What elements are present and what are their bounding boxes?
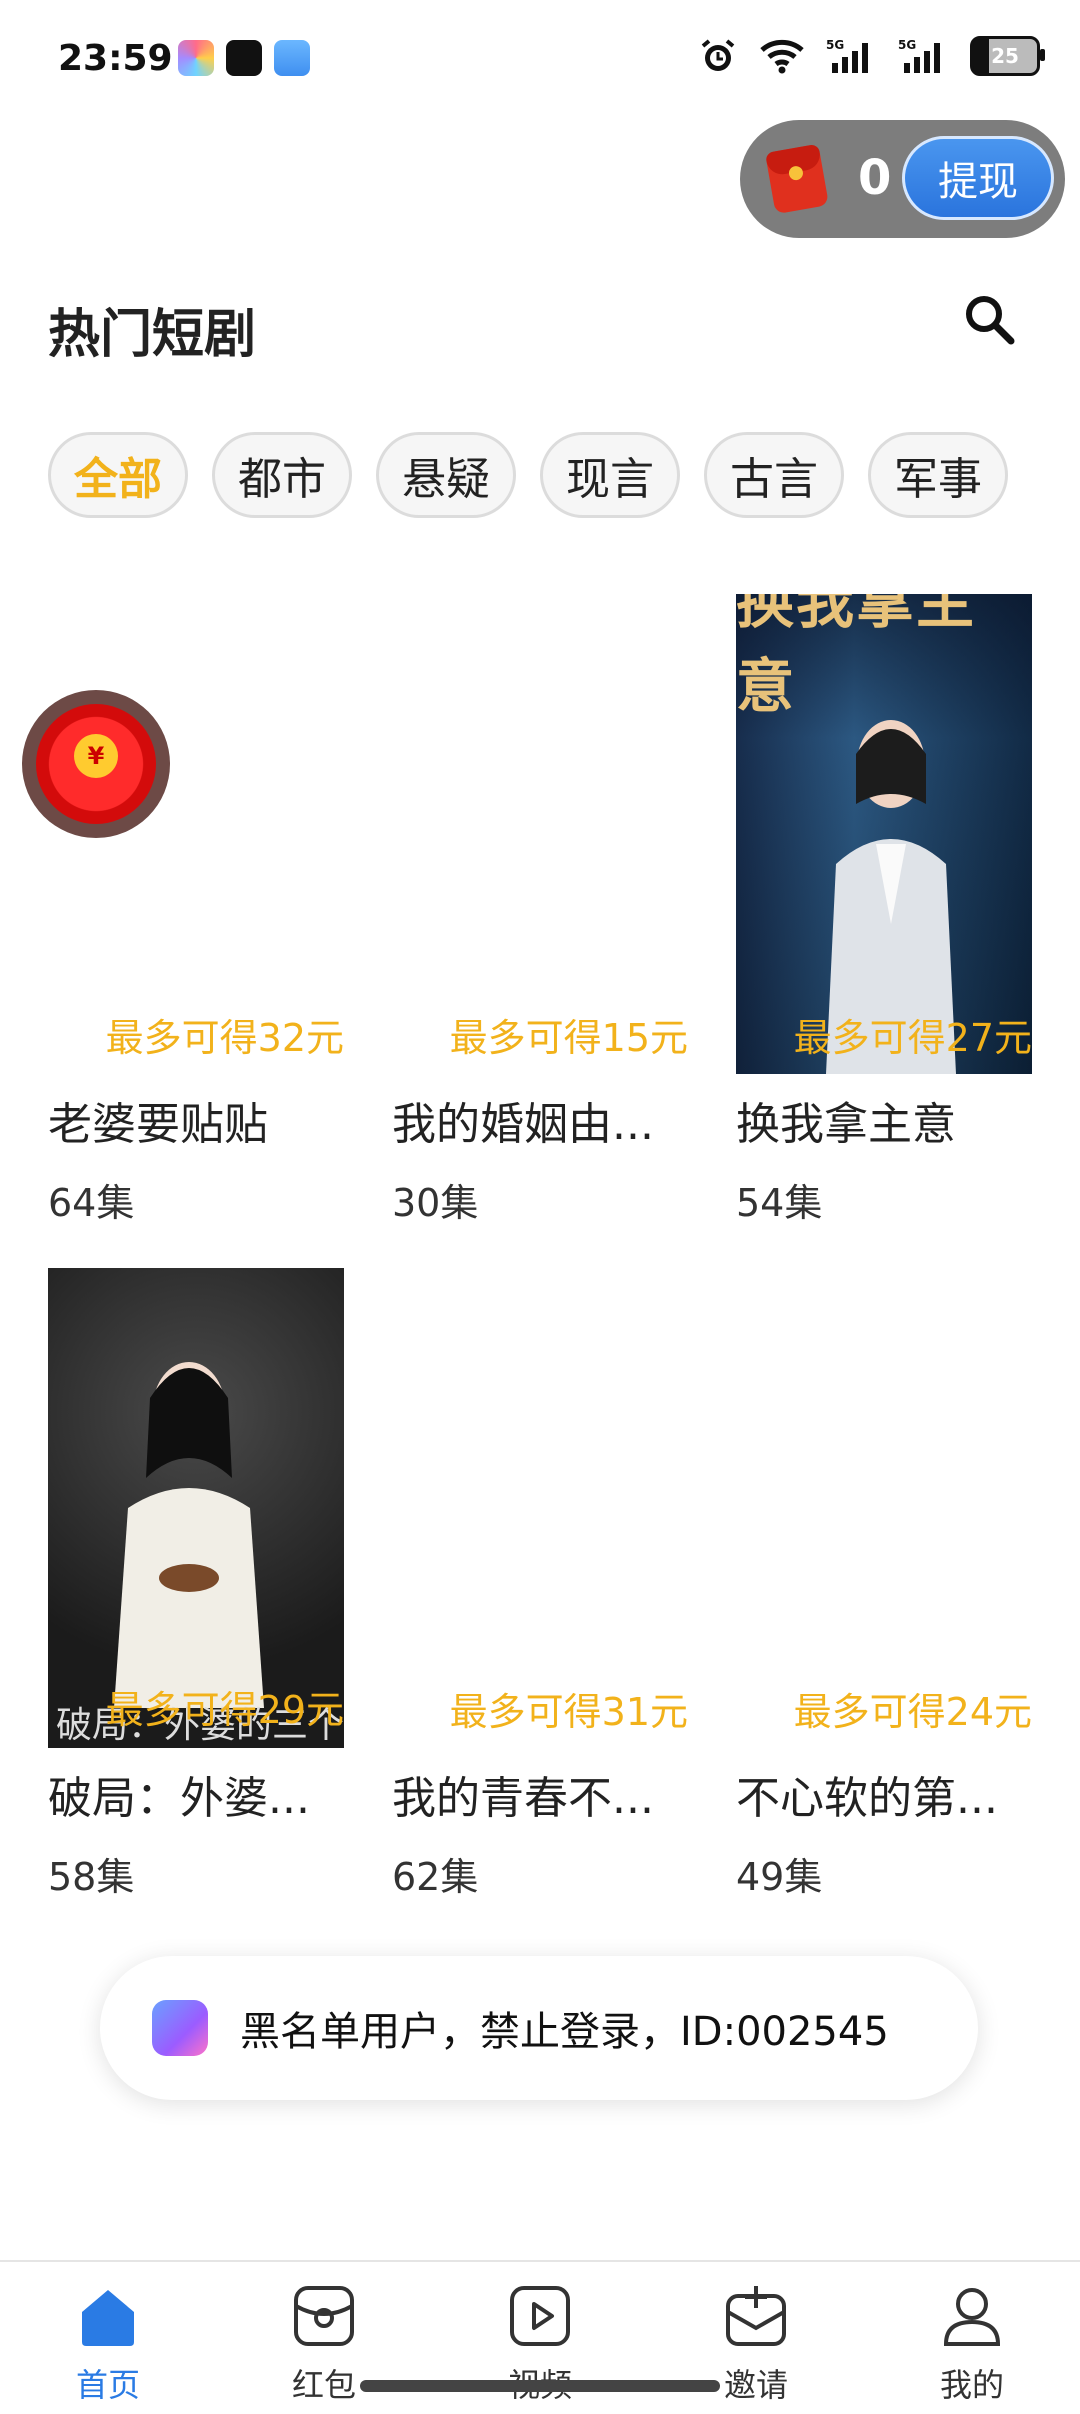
drama-card[interactable]: 最多可得31元 我的青春不... 62集 [392,1268,688,1901]
home-indicator[interactable] [360,2380,720,2392]
status-bar: 23:59 5G 5G 25 [0,0,1080,120]
drama-card[interactable]: 换我拿主意 最多可得27元 换我拿主意 54集 [736,594,1032,1227]
nav-label: 邀请 [723,2366,788,2404]
signal-5g-icon: 5G [826,37,878,75]
page-title: 热门短剧 [48,305,257,365]
app-logo-icon [152,2000,208,2056]
drama-poster[interactable]: 最多可得31元 [392,1268,688,1748]
yuan-coin-icon: ¥ [74,734,118,778]
reward-label: 最多可得27元 [793,1016,1032,1060]
gallery-app-icon [178,40,214,76]
drama-title: 老婆要贴贴 [48,1099,268,1150]
drama-title: 不心软的第... [736,1773,998,1824]
search-icon[interactable] [960,290,1020,350]
nav-label: 我的 [939,2366,1004,2404]
category-tab-ancient-romance[interactable]: 古言 [704,432,844,518]
nav-item-home[interactable]: 首页 [38,2262,178,2414]
floating-redpack-button[interactable]: ¥ [22,690,170,838]
drama-card[interactable]: 最多可得32元 老婆要贴贴 64集 [48,594,344,1227]
drama-episodes: 58集 [48,1855,135,1899]
system-indicators: 5G 5G 25 [698,36,1045,76]
profile-icon [943,2288,1001,2346]
drama-title: 破局：外婆... [48,1773,310,1824]
reward-label: 最多可得29元 [105,1688,344,1732]
signal-5g-icon: 5G [898,37,950,75]
wallet-balance: 0 [858,150,892,206]
wallet-pill[interactable]: 0 提现 [740,120,1065,238]
poster-title-text: 换我拿主意 [736,594,977,720]
redpack-icon [294,2286,354,2346]
category-tab-military[interactable]: 军事 [868,432,1008,518]
category-tab-all[interactable]: 全部 [48,432,188,518]
drama-title: 我的婚姻由... [392,1099,654,1150]
battery-icon: 25 [970,36,1045,76]
drama-poster[interactable]: 破局：外婆的三个核 最多可得29元 [48,1268,344,1748]
invite-icon [726,2286,786,2346]
drama-episodes: 64集 [48,1181,135,1225]
drama-card[interactable]: 最多可得24元 不心软的第... 49集 [736,1268,1032,1901]
drama-card[interactable]: 破局：外婆的三个核 最多可得29元 破局：外婆... 58集 [48,1268,344,1901]
video-icon [510,2286,570,2346]
category-tab-mystery[interactable]: 悬疑 [376,432,516,518]
nav-item-profile[interactable]: 我的 [902,2262,1042,2414]
toast-message: 黑名单用户，禁止登录，ID:002545 [100,1956,978,2100]
home-icon [82,2290,134,2346]
toast-text: 黑名单用户，禁止登录，ID:002545 [240,2009,889,2055]
svg-text:5G: 5G [898,38,916,52]
reward-label: 最多可得24元 [793,1690,1032,1734]
drama-episodes: 62集 [392,1855,479,1899]
reward-label: 最多可得15元 [449,1016,688,1060]
svg-text:5G: 5G [826,38,844,52]
drama-title: 换我拿主意 [736,1099,956,1150]
notification-app-icons [178,40,310,76]
drama-poster[interactable]: 最多可得15元 [392,594,688,1074]
nav-label: 红包 [291,2366,356,2404]
red-envelope-icon [765,143,829,215]
drama-poster[interactable]: 换我拿主意 最多可得27元 [736,594,1032,1074]
withdraw-button[interactable]: 提现 [902,136,1054,220]
reward-label: 最多可得31元 [449,1690,688,1734]
drama-poster[interactable]: 最多可得24元 [736,1268,1032,1748]
drama-card[interactable]: 最多可得15元 我的婚姻由... 30集 [392,594,688,1227]
status-time: 23:59 [58,38,173,79]
drama-title: 我的青春不... [392,1773,654,1824]
category-tab-modern-romance[interactable]: 现言 [540,432,680,518]
alarm-icon [698,36,738,76]
drama-episodes: 54集 [736,1181,823,1225]
poster-figure [114,1362,264,1708]
drama-episodes: 30集 [392,1181,479,1225]
redpack-icon: ¥ [36,704,156,824]
reward-label: 最多可得32元 [105,1016,344,1060]
wifi-icon [758,38,806,74]
category-tabs: 全部 都市 悬疑 现言 古言 军事 [48,432,1008,518]
weather-app-icon [274,40,310,76]
tiktok-app-icon [226,40,262,76]
drama-episodes: 49集 [736,1855,823,1899]
nav-label: 首页 [75,2366,140,2404]
category-tab-city[interactable]: 都市 [212,432,352,518]
